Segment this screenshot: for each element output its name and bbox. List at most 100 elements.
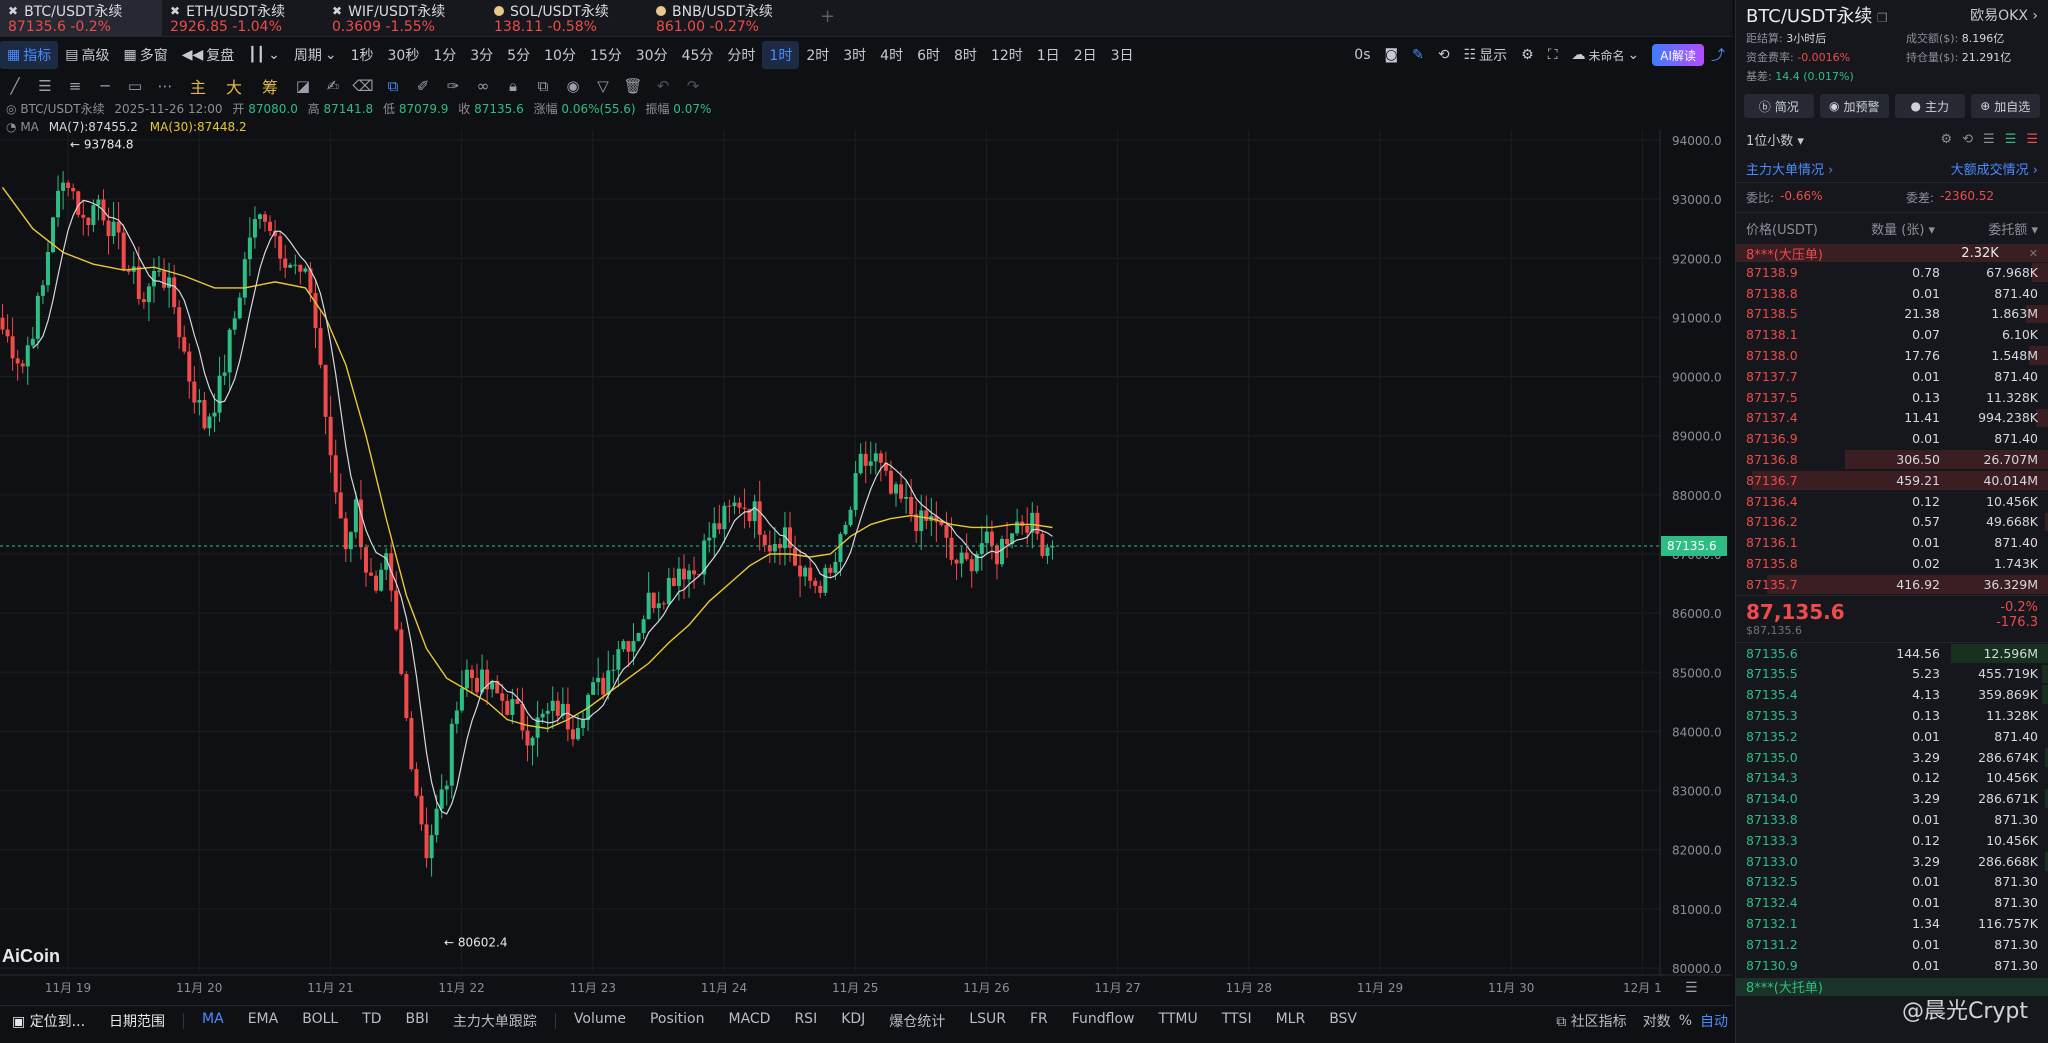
clone-tool-icon[interactable]: ⧉ bbox=[528, 77, 558, 95]
interval-15[interactable]: 8时 bbox=[947, 41, 984, 69]
interval-8[interactable]: 45分 bbox=[675, 41, 721, 69]
exchange-selector[interactable]: 欧易OKX › bbox=[1970, 5, 2038, 25]
settings-icon[interactable]: ⚙ bbox=[1940, 132, 1952, 147]
ask-row[interactable]: 87137.4 11.41 994.238K bbox=[1736, 408, 2048, 429]
main-indicator-4[interactable]: BBI bbox=[394, 1011, 441, 1031]
chart-type-button[interactable]: ┃┃ ⌄ bbox=[241, 41, 287, 69]
filter-tool-icon[interactable]: ▽ bbox=[588, 77, 618, 95]
decimals-dropdown[interactable]: 1位小数 ▾ bbox=[1746, 130, 1804, 149]
ask-row[interactable]: 87136.8 306.50 26.707M bbox=[1736, 449, 2048, 470]
sub-indicator-9[interactable]: TTMU bbox=[1147, 1011, 1210, 1031]
ask-row[interactable]: 87135.8 0.02 1.743K bbox=[1736, 553, 2048, 574]
sub-indicator-6[interactable]: LSUR bbox=[957, 1011, 1018, 1031]
bid-row[interactable]: 87132.5 0.01 871.30 bbox=[1736, 872, 2048, 893]
brush-tool-icon[interactable]: ✍ bbox=[318, 77, 348, 95]
indicators-button[interactable]: ▦ 指标 bbox=[0, 41, 59, 69]
marker-tool-icon[interactable]: ✑ bbox=[438, 77, 468, 95]
sub-indicator-1[interactable]: Position bbox=[638, 1011, 717, 1031]
channel-tool-icon[interactable]: ≡ bbox=[60, 77, 90, 95]
redo-icon[interactable]: ↷ bbox=[678, 77, 708, 95]
add-favorite-button[interactable]: ⊕ 加自选 bbox=[1970, 94, 2040, 118]
ruler-tool-icon[interactable]: ✐ bbox=[408, 77, 438, 95]
display-button[interactable]: ☷ 显示 bbox=[1457, 41, 1515, 69]
interval-14[interactable]: 6时 bbox=[910, 41, 947, 69]
interval-0[interactable]: 1秒 bbox=[344, 41, 381, 69]
big-ask-banner[interactable]: 8***(大压单) 2.32K ✕ bbox=[1736, 244, 2048, 263]
link-tool-icon[interactable]: ∞ bbox=[468, 77, 498, 95]
fullscreen-icon[interactable]: ⛶ bbox=[1541, 41, 1565, 69]
interval-13[interactable]: 4时 bbox=[873, 41, 910, 69]
ask-row[interactable]: 87136.2 0.57 49.668K bbox=[1736, 512, 2048, 533]
pen-icon[interactable]: ✎ bbox=[1405, 41, 1431, 69]
sub-indicator-4[interactable]: KDJ bbox=[829, 1011, 877, 1031]
interval-12[interactable]: 3时 bbox=[836, 41, 873, 69]
interval-6[interactable]: 15分 bbox=[583, 41, 629, 69]
multi-window-button[interactable]: ▦ 多窗 bbox=[116, 41, 174, 69]
sub-indicator-11[interactable]: MLR bbox=[1264, 1011, 1318, 1031]
interval-19[interactable]: 3日 bbox=[1104, 41, 1141, 69]
sub-indicator-8[interactable]: Fundflow bbox=[1060, 1011, 1147, 1031]
bid-row[interactable]: 87135.6 144.56 12.596M bbox=[1736, 643, 2048, 664]
ask-row[interactable]: 87138.8 0.01 871.40 bbox=[1736, 283, 2048, 304]
chart-area[interactable]: ✖ BTC/USDT永续 87135.6 -0.2% ✖ ETH/USDT永续 29… bbox=[0, 0, 1732, 1043]
auto-scale-toggle[interactable]: 自动 bbox=[1696, 1011, 1732, 1031]
bid-row[interactable]: 87132.1 1.34 116.757K bbox=[1736, 913, 2048, 934]
undo-icon[interactable]: ↶ bbox=[648, 77, 678, 95]
percent-scale-toggle[interactable]: % bbox=[1675, 1013, 1696, 1029]
close-tab-icon[interactable]: ✖ bbox=[8, 4, 18, 18]
layout-dropdown[interactable]: ☁ 未命名 ⌄ bbox=[1565, 41, 1647, 69]
interval-17[interactable]: 1日 bbox=[1030, 41, 1067, 69]
bid-row[interactable]: 87134.3 0.12 10.456K bbox=[1736, 768, 2048, 789]
date-range-button[interactable]: 日期范围 bbox=[97, 1011, 177, 1031]
interval-5[interactable]: 10分 bbox=[537, 41, 583, 69]
more-tool-icon[interactable]: ⋯ bbox=[150, 77, 180, 95]
interval-18[interactable]: 2日 bbox=[1067, 41, 1104, 69]
ask-row[interactable]: 87135.7 416.92 36.329M bbox=[1736, 574, 2048, 595]
ask-row[interactable]: 87136.4 0.12 10.456K bbox=[1736, 491, 2048, 512]
log-scale-toggle[interactable]: 对数 bbox=[1639, 1011, 1675, 1031]
sub-indicator-10[interactable]: TTSI bbox=[1210, 1011, 1264, 1031]
candlestick-chart[interactable]: 94000.0 93000.0 92000.0 91000.0 90000.0 89000… bbox=[0, 130, 1732, 1002]
ask-view-icon[interactable]: ☰ bbox=[2026, 132, 2038, 147]
chips-tool[interactable]: 筹 bbox=[252, 74, 288, 98]
main-indicator-5[interactable]: 主力大单跟踪 bbox=[441, 1011, 549, 1031]
ask-row[interactable]: 87138.5 21.38 1.863M bbox=[1736, 304, 2048, 325]
close-tab-icon[interactable]: ✖ bbox=[332, 4, 342, 18]
overview-button[interactable]: ⓑ 简况 bbox=[1744, 94, 1814, 118]
close-icon[interactable]: ✕ bbox=[2029, 247, 2038, 260]
main-indicator-2[interactable]: BOLL bbox=[290, 1011, 350, 1031]
trash-tool-icon[interactable]: 🗑︎ bbox=[618, 77, 648, 95]
bid-row[interactable]: 87131.2 0.01 871.30 bbox=[1736, 934, 2048, 955]
bid-row[interactable]: 87130.9 0.01 871.30 bbox=[1736, 955, 2048, 976]
main-indicator-1[interactable]: EMA bbox=[236, 1011, 291, 1031]
bid-row[interactable]: 87135.4 4.13 359.869K bbox=[1736, 684, 2048, 705]
ask-row[interactable]: 87137.7 0.01 871.40 bbox=[1736, 366, 2048, 387]
main-force-tool[interactable]: 主 bbox=[180, 74, 216, 98]
interval-3[interactable]: 3分 bbox=[463, 41, 500, 69]
bid-row[interactable]: 87133.0 3.29 286.668K bbox=[1736, 851, 2048, 872]
ask-row[interactable]: 87138.1 0.07 6.10K bbox=[1736, 324, 2048, 345]
bid-row[interactable]: 87135.3 0.13 11.328K bbox=[1736, 705, 2048, 726]
bid-row[interactable]: 87134.0 3.29 286.671K bbox=[1736, 788, 2048, 809]
bid-row[interactable]: 87135.5 5.23 455.719K bbox=[1736, 664, 2048, 685]
sub-indicator-2[interactable]: MACD bbox=[716, 1011, 782, 1031]
horizontal-tool-icon[interactable]: ─ bbox=[90, 77, 120, 95]
camera-icon[interactable]: ◙ bbox=[1378, 41, 1406, 69]
review-button[interactable]: ◀◀ 复盘 bbox=[175, 41, 242, 69]
ask-row[interactable]: 87138.9 0.78 67.968K bbox=[1736, 262, 2048, 283]
interval-2[interactable]: 1分 bbox=[426, 41, 463, 69]
settings-gear-icon[interactable]: ⚙ bbox=[1514, 41, 1541, 69]
interval-11[interactable]: 2时 bbox=[799, 41, 836, 69]
sub-indicator-12[interactable]: BSV bbox=[1317, 1011, 1369, 1031]
bid-row[interactable]: 87133.3 0.12 10.456K bbox=[1736, 830, 2048, 851]
ticker-tab-eth[interactable]: ✖ ETH/USDT永续 2926.85 -1.04% bbox=[162, 0, 324, 36]
bid-view-icon[interactable]: ☰ bbox=[2005, 132, 2017, 147]
eye-icon[interactable]: ◎ bbox=[6, 102, 16, 116]
magnet-tool-icon[interactable]: ⧉ bbox=[378, 77, 408, 95]
share-icon[interactable]: ⤴ bbox=[1704, 41, 1732, 69]
bid-row[interactable]: 87133.8 0.01 871.30 bbox=[1736, 809, 2048, 830]
ai-interpret-button[interactable]: AI解读 bbox=[1652, 44, 1704, 66]
col-qty-dropdown[interactable]: 数量 (张) ▾ bbox=[1871, 219, 1935, 238]
big-order-tool[interactable]: 大 bbox=[216, 74, 252, 98]
period-button[interactable]: 周期 ⌄ bbox=[287, 41, 344, 69]
